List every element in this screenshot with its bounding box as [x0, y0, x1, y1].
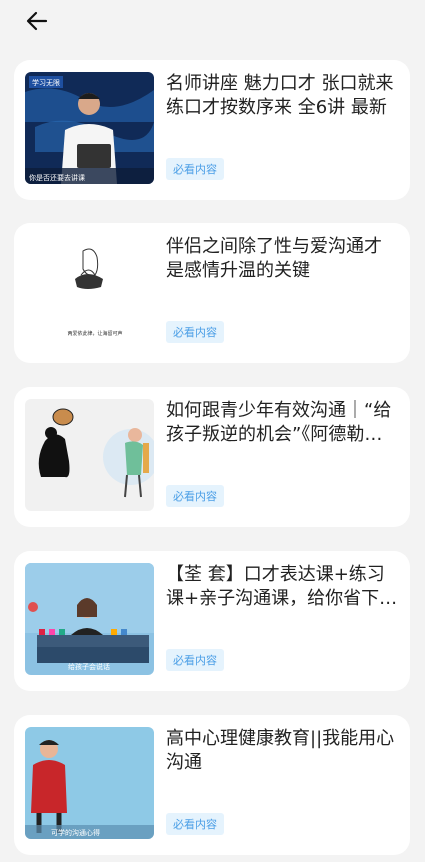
must-watch-tag: 必看内容	[166, 321, 224, 343]
course-title: 高中心理健康教育||我能用心沟通	[166, 728, 395, 773]
course-card[interactable]: 两爱依此律，让海留可声 伴侣之间除了性与爱沟通才是感情升温的关键 必看内容	[14, 223, 410, 363]
must-watch-tag: 必看内容	[166, 158, 224, 180]
must-watch-tag: 必看内容	[166, 813, 224, 835]
course-thumbnail: 给孩子会说话	[25, 563, 154, 675]
thumb-caption: 两爱依此律，让海留可声	[67, 330, 122, 337]
course-thumbnail: 学习无限 你是否还要去讲课	[25, 72, 154, 184]
course-thumbnail	[25, 399, 154, 511]
course-title: 【荃 套】口才表达课+练习课+亲子沟通课，给你省下几千元	[166, 564, 398, 609]
course-title: 如何跟青少年有效沟通｜“给孩子叛逆的机会”《阿德勒心理学》	[166, 400, 392, 445]
course-card[interactable]: 如何跟青少年有效沟通｜“给孩子叛逆的机会”《阿德勒心理学》 必看内容	[14, 387, 410, 527]
course-card[interactable]: 给孩子会说话 【荃 套】口才表达课+练习课+亲子沟通课，给你省下几千元 必看内容	[14, 551, 410, 691]
course-title: 伴侣之间除了性与爱沟通才是感情升温的关键	[166, 236, 382, 281]
course-card[interactable]: 可学的沟通心得 高中心理健康教育||我能用心沟通 必看内容	[14, 715, 410, 855]
thumb-caption: 给孩子会说话	[68, 662, 110, 671]
thumb-logo: 学习无限	[32, 78, 60, 87]
must-watch-tag: 必看内容	[166, 649, 224, 671]
course-card[interactable]: 学习无限 你是否还要去讲课 名师讲座 魅力口才 张口就来 练口才按数序来 全6讲…	[14, 60, 410, 200]
arrow-left-icon	[26, 11, 48, 31]
course-title: 名师讲座 魅力口才 张口就来 练口才按数序来 全6讲 最新	[166, 73, 394, 118]
must-watch-tag: 必看内容	[166, 485, 224, 507]
thumb-caption: 可学的沟通心得	[51, 828, 100, 837]
course-thumbnail: 可学的沟通心得	[25, 727, 154, 839]
back-button[interactable]	[22, 6, 52, 36]
top-bar	[0, 0, 425, 50]
thumb-caption: 你是否还要去讲课	[29, 173, 85, 182]
course-thumbnail: 两爱依此律，让海留可声	[25, 235, 154, 347]
